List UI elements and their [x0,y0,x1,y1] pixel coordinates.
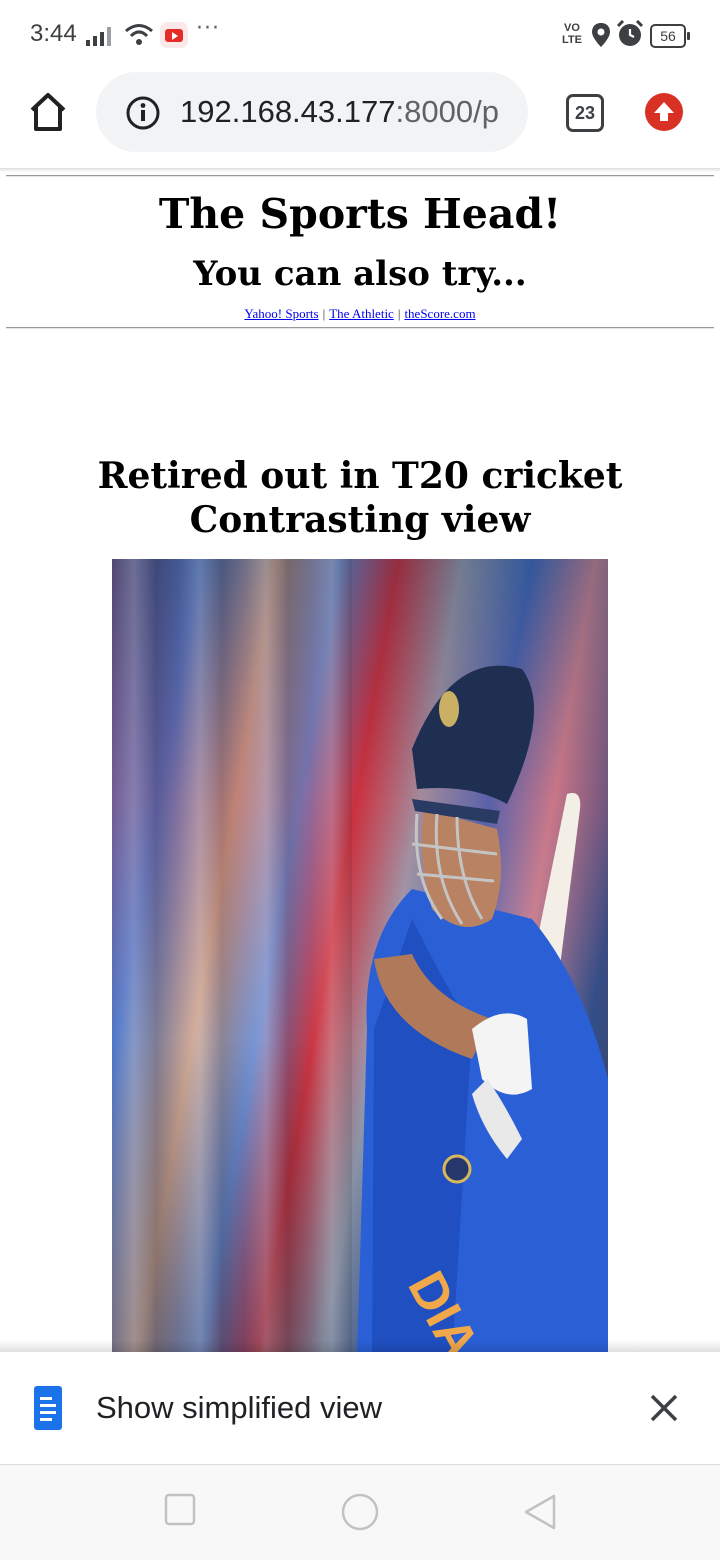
url-text[interactable]: 192.168.43.177:8000/p [180,94,499,130]
alarm-icon [616,20,644,46]
info-icon[interactable] [126,96,160,130]
link-separator: | [397,306,401,321]
top-divider [6,175,714,177]
batsman-figure: DIA [357,665,608,1359]
address-bar[interactable]: 192.168.43.177:8000/p [96,72,528,152]
volte-icon: VO LTE [562,22,582,46]
prompt-shadow [0,1340,720,1352]
update-button[interactable] [645,93,683,131]
status-time: 3:44 [30,20,77,47]
home-icon[interactable] [26,90,70,134]
wifi-icon [125,24,153,45]
link-yahoo-sports[interactable]: Yahoo! Sports [244,306,318,321]
close-icon[interactable] [644,1388,684,1428]
system-navigation-bar [0,1465,720,1560]
back-icon[interactable] [522,1493,558,1531]
header-divider [6,327,714,329]
status-bar: 3:44 ··· VO LTE 56 [0,0,720,70]
simplified-view-label[interactable]: Show simplified view [96,1390,382,1426]
home-nav-icon[interactable] [340,1493,380,1531]
browser-toolbar: 192.168.43.177:8000/p 23 [0,70,720,168]
article-image: DIA [112,559,608,1359]
document-icon [34,1386,62,1430]
alt-links: Yahoo! Sports | The Athletic | theScore.com [0,306,720,322]
toolbar-shadow [0,168,720,172]
link-separator: | [322,306,326,321]
youtube-notification-icon [160,22,188,48]
battery-indicator: 56 [650,24,690,48]
tab-switcher-button[interactable]: 23 [566,94,604,132]
site-title: The Sports Head! [158,190,562,238]
arrow-up-icon [654,102,674,121]
link-the-athletic[interactable]: The Athletic [329,306,394,321]
location-icon [592,23,610,47]
link-thescore[interactable]: theScore.com [404,306,475,321]
simplified-view-prompt[interactable]: Show simplified view [0,1352,720,1465]
article-title: Retired out in T20 cricket Contrasting v… [97,455,623,541]
more-notifications-icon: ··· [196,16,220,41]
site-subtitle: You can also try... [193,254,527,294]
recents-icon[interactable] [164,1493,196,1527]
signal-icon [86,27,111,46]
